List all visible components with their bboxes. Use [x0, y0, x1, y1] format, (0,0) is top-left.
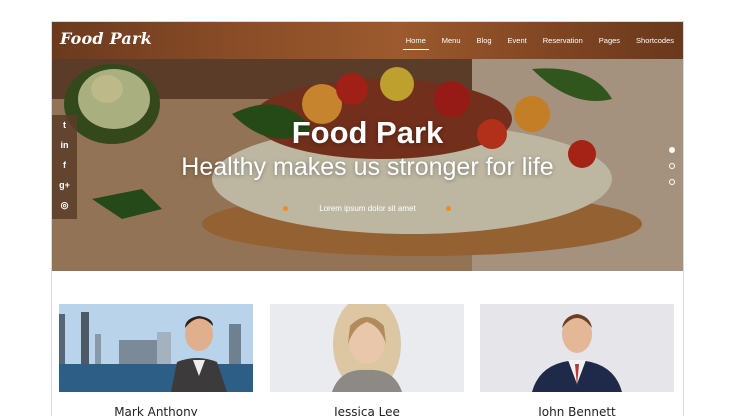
- site-logo[interactable]: Food Park: [60, 29, 152, 48]
- nav-blog[interactable]: Blog: [477, 35, 492, 47]
- team-member-name[interactable]: John Bennett: [480, 405, 674, 416]
- team-member-name[interactable]: Jessica Lee: [270, 405, 464, 416]
- slider-pagination: [669, 147, 675, 195]
- website-frame: Food Park Home Menu Blog Event Reservati…: [51, 21, 684, 416]
- nav-reservation[interactable]: Reservation: [543, 35, 583, 47]
- team-member-name[interactable]: Mark Anthony: [59, 405, 253, 416]
- nav-event[interactable]: Event: [508, 35, 527, 47]
- main-nav: Home Menu Blog Event Reservation Pages S…: [390, 22, 674, 59]
- team-card: Mark Anthony: [59, 304, 253, 416]
- hero-title: Food Park: [291, 115, 444, 150]
- nav-pages[interactable]: Pages: [599, 35, 620, 47]
- hero-caption: Lorem ipsum dolor sit amet: [319, 204, 416, 213]
- hero-slider: t in f g+ ◎ Food Park Healthy makes us s…: [52, 59, 683, 271]
- slider-dot-1[interactable]: [669, 147, 675, 153]
- team-card: John Bennett: [480, 304, 674, 416]
- slider-dot-2[interactable]: [669, 163, 675, 169]
- team-photo: [59, 304, 253, 392]
- team-section: Mark Anthony Jessica Lee John Bennett: [52, 271, 683, 416]
- team-photo: [480, 304, 674, 392]
- nav-shortcodes[interactable]: Shortcodes: [636, 35, 674, 47]
- hero-subtitle: Healthy makes us stronger for life: [181, 153, 554, 181]
- nav-menu[interactable]: Menu: [442, 35, 461, 47]
- site-header: Food Park Home Menu Blog Event Reservati…: [52, 22, 683, 59]
- hero-caption-dot-right: [446, 206, 451, 211]
- team-photo: [270, 304, 464, 392]
- nav-home[interactable]: Home: [402, 35, 429, 50]
- slider-dot-3[interactable]: [669, 179, 675, 185]
- team-card: Jessica Lee: [270, 304, 464, 416]
